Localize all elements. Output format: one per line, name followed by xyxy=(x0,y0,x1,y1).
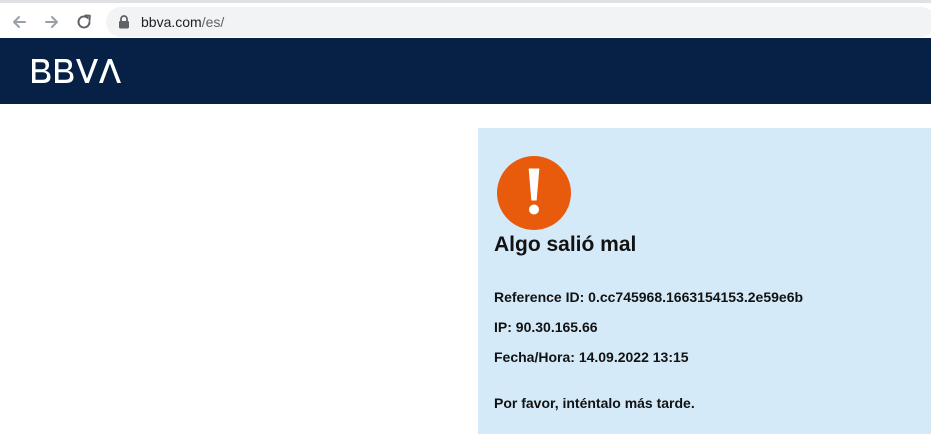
reload-button[interactable] xyxy=(73,11,95,33)
error-title: Algo salió mal xyxy=(494,233,637,256)
arrow-right-icon xyxy=(43,13,61,31)
url-domain: bbva.com xyxy=(141,14,202,30)
reference-id-value: 0.cc745968.1663154153.2e59e6b xyxy=(588,289,804,305)
bbva-logo[interactable]: BBVA xyxy=(30,57,130,85)
reload-icon xyxy=(75,13,93,31)
ip-line: IP: 90.30.165.66 xyxy=(494,319,598,335)
url-text[interactable]: bbva.com/es/ xyxy=(141,14,224,30)
warning-icon xyxy=(496,155,572,231)
ip-value: 90.30.165.66 xyxy=(515,319,598,335)
lock-icon[interactable] xyxy=(118,15,130,29)
address-bar[interactable]: bbva.com/es/ xyxy=(106,7,931,37)
site-header: BBVA xyxy=(0,38,931,104)
bbva-logo-mark xyxy=(32,59,121,83)
datetime-label: Fecha/Hora: xyxy=(494,349,575,365)
reference-id-line: Reference ID: 0.cc745968.1663154153.2e59… xyxy=(494,289,803,305)
error-panel: Algo salió mal Reference ID: 0.cc745968.… xyxy=(478,128,931,434)
datetime-value: 14.09.2022 13:15 xyxy=(578,349,689,365)
datetime-line: Fecha/Hora: 14.09.2022 13:15 xyxy=(494,349,689,365)
forward-button[interactable] xyxy=(41,11,63,33)
ip-label: IP: xyxy=(494,319,512,335)
retry-message: Por favor, inténtalo más tarde. xyxy=(494,395,695,411)
arrow-left-icon xyxy=(10,13,28,31)
browser-toolbar: bbva.com/es/ xyxy=(0,0,931,38)
reference-id-label: Reference ID: xyxy=(494,289,585,305)
url-path: /es/ xyxy=(201,14,225,30)
back-button[interactable] xyxy=(8,11,30,33)
